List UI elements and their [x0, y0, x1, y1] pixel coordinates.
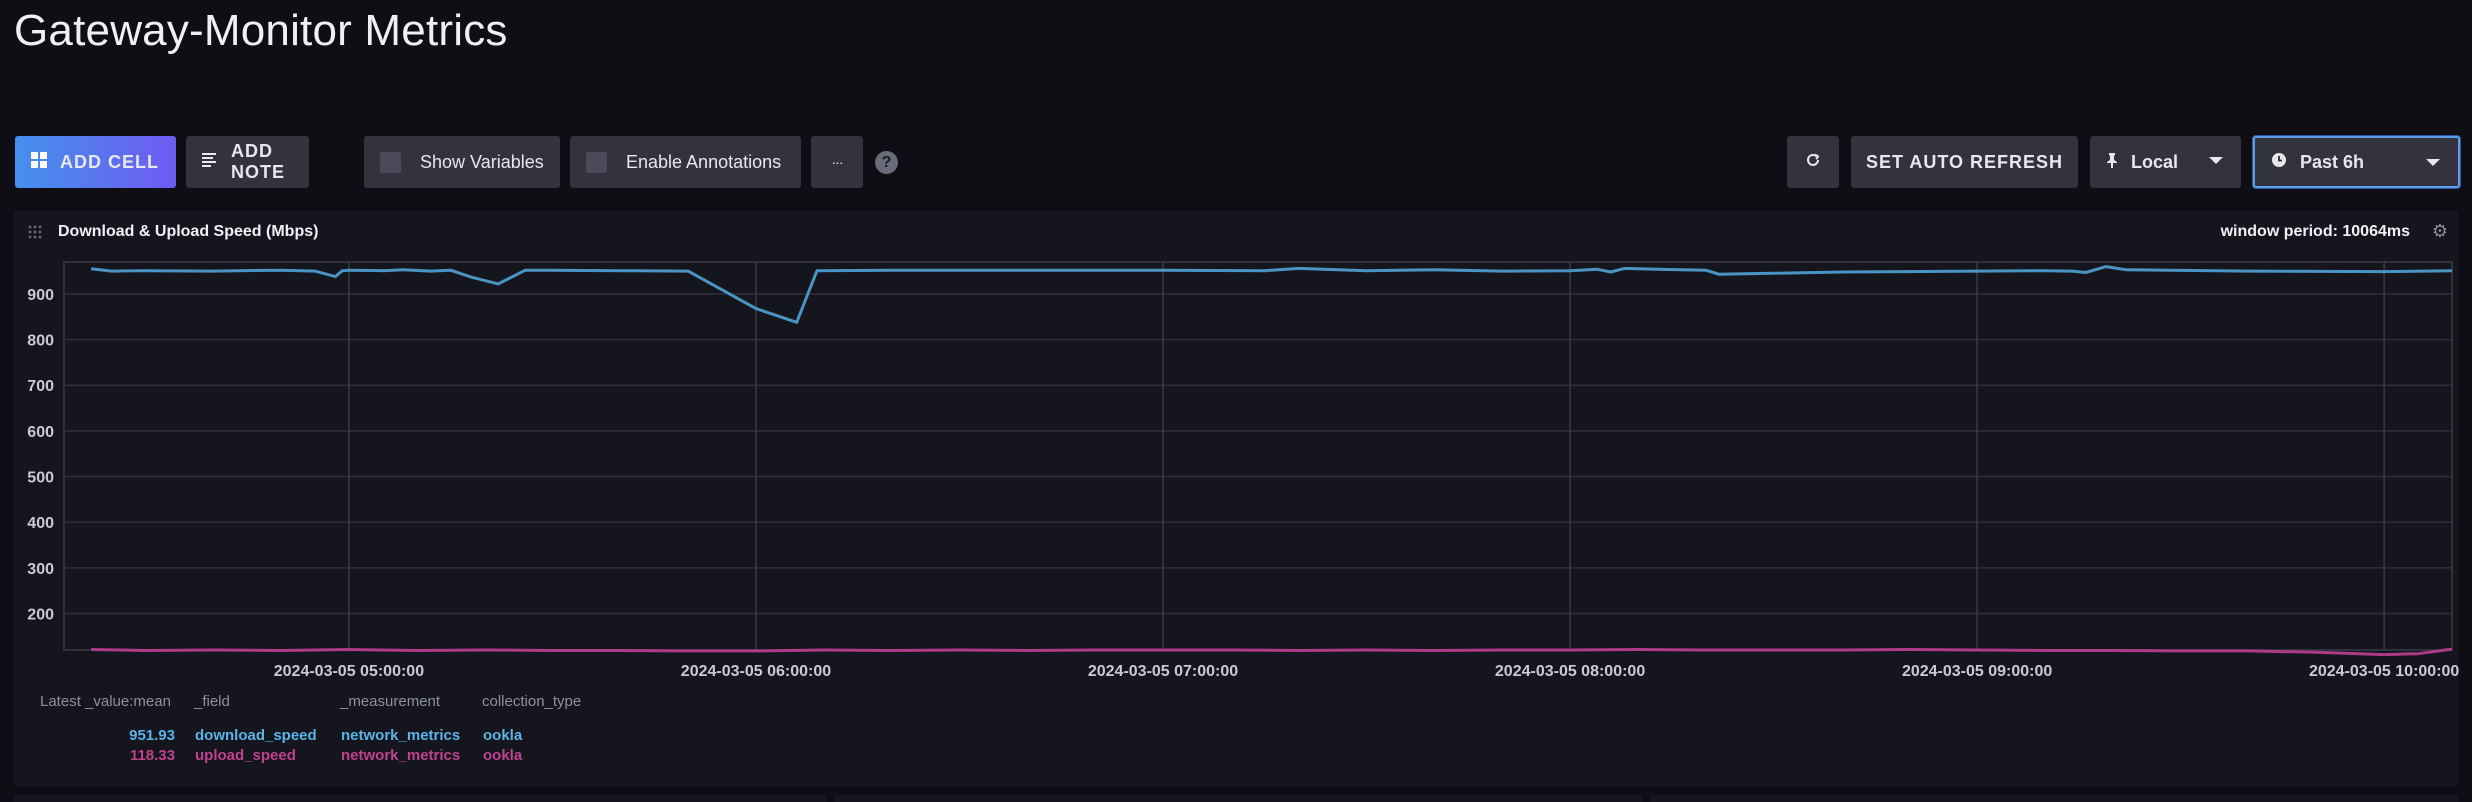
timezone-label: Local: [2131, 151, 2179, 172]
legend-value: 118.33: [129, 747, 175, 764]
refresh-icon: [1805, 152, 1821, 173]
page-title: Gateway-Monitor Metrics: [14, 6, 508, 55]
add-cell-button[interactable]: ADD CELL: [15, 136, 176, 188]
show-variables-checkbox[interactable]: [380, 151, 401, 173]
grid-icon: [31, 151, 47, 173]
add-cell-label: ADD CELL: [60, 151, 159, 172]
enable-annotations-label: Enable Annotations: [626, 151, 782, 172]
legend-header-measurement: _measurement: [340, 693, 441, 710]
next-cell-strip: [834, 795, 1642, 802]
gear-icon[interactable]: ⚙: [2432, 221, 2448, 242]
enable-annotations-checkbox[interactable]: [586, 151, 607, 173]
legend-header-field: _field: [194, 693, 230, 710]
enable-annotations-toggle[interactable]: Enable Annotations: [570, 136, 801, 188]
legend-header-collection-type: collection_type: [482, 693, 582, 710]
ellipsis-icon: ···: [831, 154, 844, 170]
refresh-button[interactable]: [1787, 136, 1839, 188]
timezone-dropdown[interactable]: Local: [2090, 136, 2241, 188]
time-range-label: Past 6h: [2300, 151, 2365, 172]
more-options-button[interactable]: ···: [811, 136, 863, 188]
legend-field: download_speed: [195, 727, 317, 744]
next-cell-strip: [1650, 795, 2458, 802]
show-variables-toggle[interactable]: Show Variables: [364, 136, 560, 188]
legend-measurement: network_metrics: [341, 747, 461, 764]
pin-icon: [2106, 152, 2118, 173]
drag-handle-icon[interactable]: [28, 225, 42, 244]
legend-collection-type: ookla: [483, 727, 523, 744]
window-period: window period: 10064ms: [2220, 223, 2410, 240]
help-icon[interactable]: ?: [875, 151, 898, 174]
add-note-button[interactable]: ADD NOTE: [186, 136, 309, 188]
cell-title: Download & Upload Speed (Mbps): [58, 223, 319, 240]
time-range-dropdown[interactable]: Past 6h: [2253, 136, 2460, 188]
next-cell-strip: [14, 795, 826, 802]
legend-collection-type: ookla: [483, 747, 523, 764]
chevron-down-icon: [2209, 157, 2223, 164]
legend-field: upload_speed: [195, 747, 296, 764]
note-icon: [202, 152, 218, 173]
legend-header-value: Latest _value:mean: [40, 693, 171, 710]
chevron-down-icon: [2426, 159, 2440, 166]
legend-measurement: network_metrics: [341, 727, 461, 744]
add-note-label: ADD NOTE: [231, 141, 286, 182]
show-variables-label: Show Variables: [420, 151, 544, 172]
clock-icon: [2271, 152, 2287, 173]
set-auto-refresh-button[interactable]: SET AUTO REFRESH: [1851, 136, 2078, 188]
auto-refresh-label: SET AUTO REFRESH: [1865, 151, 2064, 172]
legend-value: 951.93: [129, 727, 175, 744]
